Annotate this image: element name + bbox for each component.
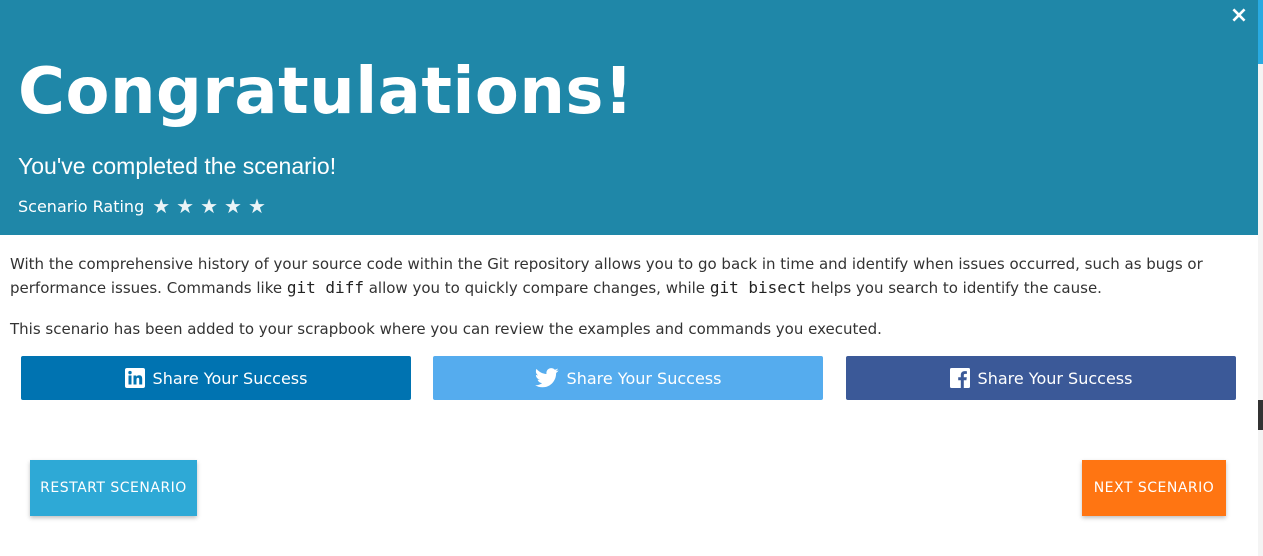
star-icon[interactable]: ★ [248,196,266,216]
share-twitter-button[interactable]: Share Your Success [433,356,823,400]
modal-body: With the comprehensive history of your s… [10,252,1250,358]
next-scenario-button[interactable]: NEXT SCENARIO [1082,460,1226,516]
rating-label: Scenario Rating [18,196,145,216]
restart-scenario-button[interactable]: RESTART SCENARIO [30,460,197,516]
rating-stars: ★ ★ ★ ★ ★ [152,196,272,216]
background-scrollbar [1258,400,1263,430]
star-icon[interactable]: ★ [200,196,218,216]
modal-subtitle: You've completed the scenario! [18,153,337,179]
close-icon[interactable]: × [1229,5,1249,27]
star-icon[interactable]: ★ [176,196,194,216]
facebook-icon [949,368,970,388]
linkedin-icon [124,368,145,388]
star-icon[interactable]: ★ [152,196,170,216]
star-icon[interactable]: ★ [224,196,242,216]
summary-paragraph: With the comprehensive history of your s… [10,252,1250,300]
inline-code: git bisect [709,278,807,297]
modal-header: × Congratulations! You've completed the … [0,0,1258,235]
scrapbook-note: This scenario has been added to your scr… [10,320,882,338]
background-page-edge [1258,0,1263,556]
share-twitter-label: Share Your Success [566,368,722,388]
completion-modal: × Congratulations! You've completed the … [0,0,1258,556]
background-accent [1258,0,1263,64]
share-linkedin-button[interactable]: Share Your Success [21,356,411,400]
share-linkedin-label: Share Your Success [152,368,308,388]
share-facebook-label: Share Your Success [977,368,1133,388]
summary-text: allow you to quickly compare changes, wh… [363,279,710,297]
modal-title: Congratulations! [18,55,634,129]
share-buttons: Share Your Success Share Your Success Sh… [21,356,1236,400]
summary-text: helps you search to identify the cause. [806,279,1102,297]
share-facebook-button[interactable]: Share Your Success [846,356,1236,400]
twitter-icon [534,368,559,388]
inline-code: git diff [286,278,364,297]
scenario-rating: Scenario Rating ★ ★ ★ ★ ★ [18,196,272,216]
